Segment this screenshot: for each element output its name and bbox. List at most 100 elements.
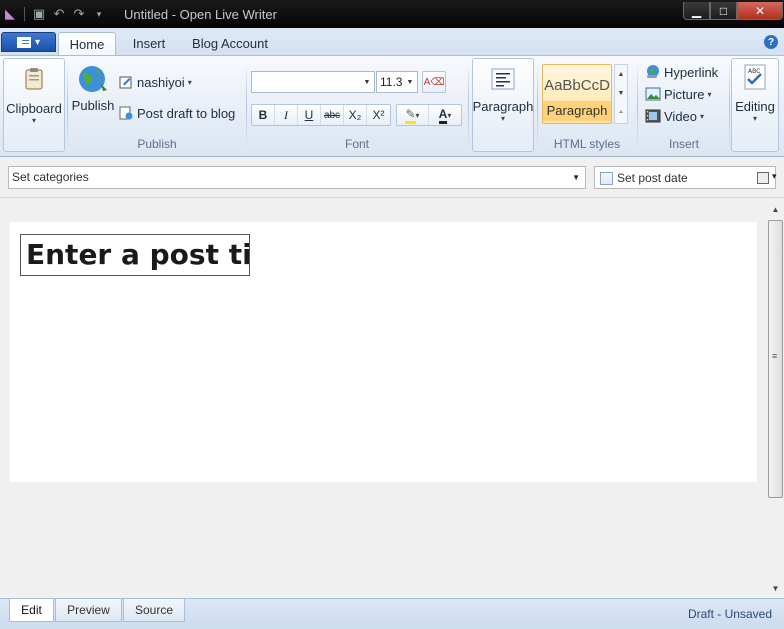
scroll-up-icon[interactable]: ▲ <box>618 71 625 78</box>
undo-icon[interactable]: ↶ <box>51 6 67 22</box>
font-group: ▼ 11.3 ▼ A⌫ B I U abc X₂ X² ✎ ▾ A ▾ Font <box>248 58 466 154</box>
video-button[interactable]: Video ▾ <box>645 108 704 124</box>
video-label: Video <box>664 108 698 124</box>
strikethrough-button[interactable]: abc <box>321 105 344 125</box>
chevron-down-icon: ▾ <box>707 89 712 99</box>
clipboard-icon <box>18 63 50 95</box>
clipboard-group: Clipboard ▾ <box>3 58 65 154</box>
insert-group: Hyperlink Picture ▾ Video ▾ Insert <box>640 58 728 154</box>
view-tab-preview[interactable]: Preview <box>55 599 122 622</box>
hyperlink-icon <box>645 64 661 80</box>
italic-button[interactable]: I <box>275 105 298 125</box>
account-selector[interactable]: nashiyoi ▾ <box>118 74 192 90</box>
paragraph-button[interactable]: Paragraph ▾ <box>472 58 534 152</box>
picture-label: Picture <box>664 86 705 102</box>
qat-separator <box>24 7 25 21</box>
post-draft-button[interactable]: Post draft to blog <box>118 105 235 121</box>
style-sample-text: AaBbCcD <box>544 77 610 94</box>
app-logo-icon: ◣ <box>5 6 15 21</box>
scroll-down-icon[interactable]: ▼ <box>770 584 781 596</box>
styles-scroller[interactable]: ▲ ▼ ⩡ <box>614 64 628 124</box>
spellcheck-icon: ABC <box>741 63 769 91</box>
chevron-down-icon: ▼ <box>572 173 580 182</box>
picture-button[interactable]: Picture ▾ <box>645 86 711 102</box>
quick-access-toolbar: ◣ ▣ ↶ ↷ ▾ <box>2 5 107 23</box>
redo-icon[interactable]: ↷ <box>71 6 87 22</box>
color-buttons: ✎ ▾ A ▾ <box>396 104 462 126</box>
more-styles-icon[interactable]: ⩡ <box>619 109 623 117</box>
view-tab-source[interactable]: Source <box>123 599 185 622</box>
categories-placeholder: Set categories <box>12 170 89 184</box>
text-format-buttons: B I U abc X₂ X² <box>251 104 391 126</box>
highlighter-icon: ✎ <box>405 107 416 124</box>
post-date-checkbox[interactable] <box>600 172 613 185</box>
app-menu-button[interactable]: ▾ <box>1 32 56 52</box>
font-color-button[interactable]: A ▾ <box>429 105 461 125</box>
insert-group-label: Insert <box>668 137 699 151</box>
editing-button[interactable]: ABC Editing ▾ <box>731 58 779 152</box>
video-icon <box>645 108 661 124</box>
editing-label: Editing <box>735 99 775 114</box>
clear-formatting-button[interactable]: A⌫ <box>422 71 446 93</box>
style-name: Paragraph <box>543 101 611 121</box>
font-name-combo[interactable]: ▼ <box>251 71 375 93</box>
chevron-down-icon: ▾ <box>752 114 757 123</box>
style-paragraph-swatch[interactable]: AaBbCcD Paragraph <box>542 64 612 124</box>
font-size-combo[interactable]: 11.3 ▼ <box>376 71 418 93</box>
blog-account-icon <box>118 74 134 90</box>
clipboard-button[interactable]: Clipboard ▾ <box>3 58 65 152</box>
ribbon: Clipboard ▾ Publish nashiyoi ▾ Post draf… <box>0 55 784 157</box>
font-color-icon: A <box>438 107 448 124</box>
minimize-button[interactable]: ▁ <box>683 2 710 20</box>
customize-qat-icon[interactable]: ▾ <box>91 6 107 22</box>
scrollbar-thumb[interactable] <box>768 220 783 498</box>
bold-button[interactable]: B <box>252 105 275 125</box>
post-draft-label: Post draft to blog <box>137 105 236 121</box>
font-group-label: Font <box>344 137 369 151</box>
chevron-down-icon: ▼ <box>363 78 371 86</box>
scroll-down-icon[interactable]: ▼ <box>618 90 625 97</box>
app-menu-icon <box>16 36 31 48</box>
ribbon-tab-row: ▾ Home Insert Blog Account ? <box>0 28 784 55</box>
paragraph-group: Paragraph ▾ <box>470 58 536 154</box>
subscript-button[interactable]: X₂ <box>344 105 367 125</box>
title-bar: ◣ ▣ ↶ ↷ ▾ Untitled - Open Live Writer ▁ … <box>0 0 784 28</box>
publish-button[interactable]: Publish <box>71 64 115 113</box>
post-title-input[interactable]: Enter a post title <box>20 234 250 276</box>
calendar-icon[interactable] <box>757 171 777 184</box>
highlight-color-button[interactable]: ✎ ▾ <box>397 105 429 125</box>
publish-label: Publish <box>71 98 115 113</box>
scroll-up-icon[interactable]: ▲ <box>770 205 781 217</box>
post-date-field[interactable]: Set post date <box>594 166 777 189</box>
tab-insert[interactable]: Insert <box>124 32 174 55</box>
hyperlink-label: Hyperlink <box>664 64 719 80</box>
chevron-down-icon: ▾ <box>187 77 192 87</box>
tab-blog-account[interactable]: Blog Account <box>184 32 276 55</box>
tab-home[interactable]: Home <box>58 32 116 55</box>
chevron-down-icon: ▾ <box>447 110 452 120</box>
paragraph-icon <box>489 65 517 93</box>
chevron-down-icon: ▾ <box>500 114 505 123</box>
window-title: Untitled - Open Live Writer <box>124 7 277 22</box>
chevron-down-icon: ▾ <box>700 111 705 121</box>
globe-publish-icon <box>77 64 109 96</box>
publish-group-label: Publish <box>137 137 177 151</box>
underline-button[interactable]: U <box>298 105 321 125</box>
group-separator <box>637 62 638 150</box>
close-button[interactable]: ✕ <box>737 2 783 20</box>
group-separator <box>729 62 730 150</box>
hyperlink-button[interactable]: Hyperlink <box>645 64 718 80</box>
publish-group: Publish nashiyoi ▾ Post draft to blog Pu… <box>68 58 246 154</box>
chevron-down-icon: ▾ <box>34 36 41 48</box>
svg-text:ABC: ABC <box>748 68 760 75</box>
superscript-button[interactable]: X² <box>367 105 390 125</box>
help-icon[interactable]: ? <box>764 35 778 49</box>
categories-combo[interactable]: Set categories ▼ <box>8 166 586 189</box>
editor-scrollbar[interactable]: ▲ ▼ <box>767 203 784 598</box>
post-draft-icon <box>118 105 134 121</box>
view-tab-edit[interactable]: Edit <box>9 599 54 622</box>
save-icon[interactable]: ▣ <box>31 6 47 22</box>
maximize-button[interactable]: □ <box>710 2 737 20</box>
font-size-value: 11.3 <box>380 75 403 89</box>
chevron-down-icon: ▾ <box>31 116 36 125</box>
